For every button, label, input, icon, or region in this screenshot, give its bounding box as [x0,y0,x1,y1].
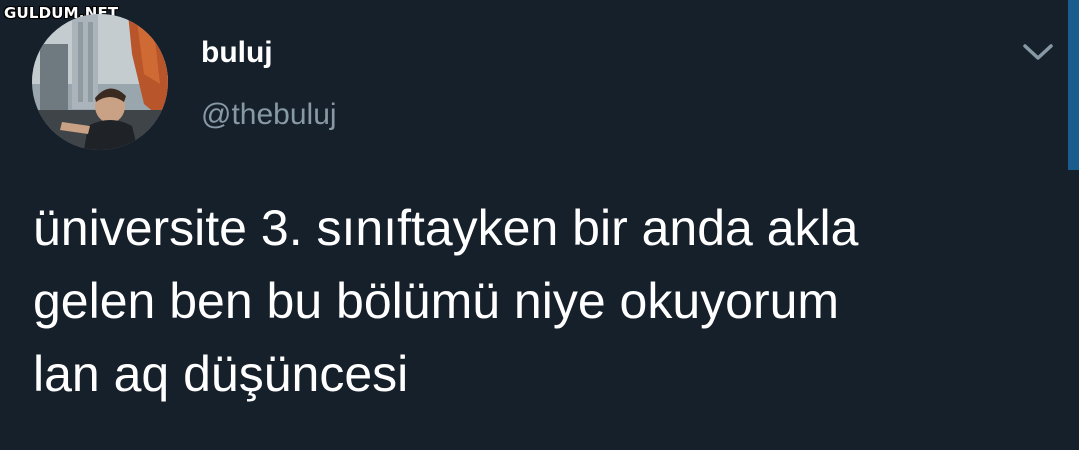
author-display-name[interactable]: buluj [201,38,273,68]
tweet-text-line: gelen ben bu bölümü niye okuyorum [33,273,840,329]
tweet-text: üniversite 3. sınıftayken bir anda akla … [33,192,1043,411]
avatar[interactable] [32,14,168,150]
chevron-down-icon [1023,44,1053,60]
profile-photo-icon [32,14,168,150]
tweet-text-line: lan aq düşüncesi [33,346,409,402]
tweet-screen: GULDUM.NET buluj @thebuluj üniversite 3.… [0,0,1079,450]
scrollbar[interactable] [1068,0,1079,170]
tweet-menu-button[interactable] [1018,38,1058,64]
tweet-text-line: üniversite 3. sınıftayken bir anda akla [33,200,859,256]
author-handle[interactable]: @thebuluj [201,100,337,130]
